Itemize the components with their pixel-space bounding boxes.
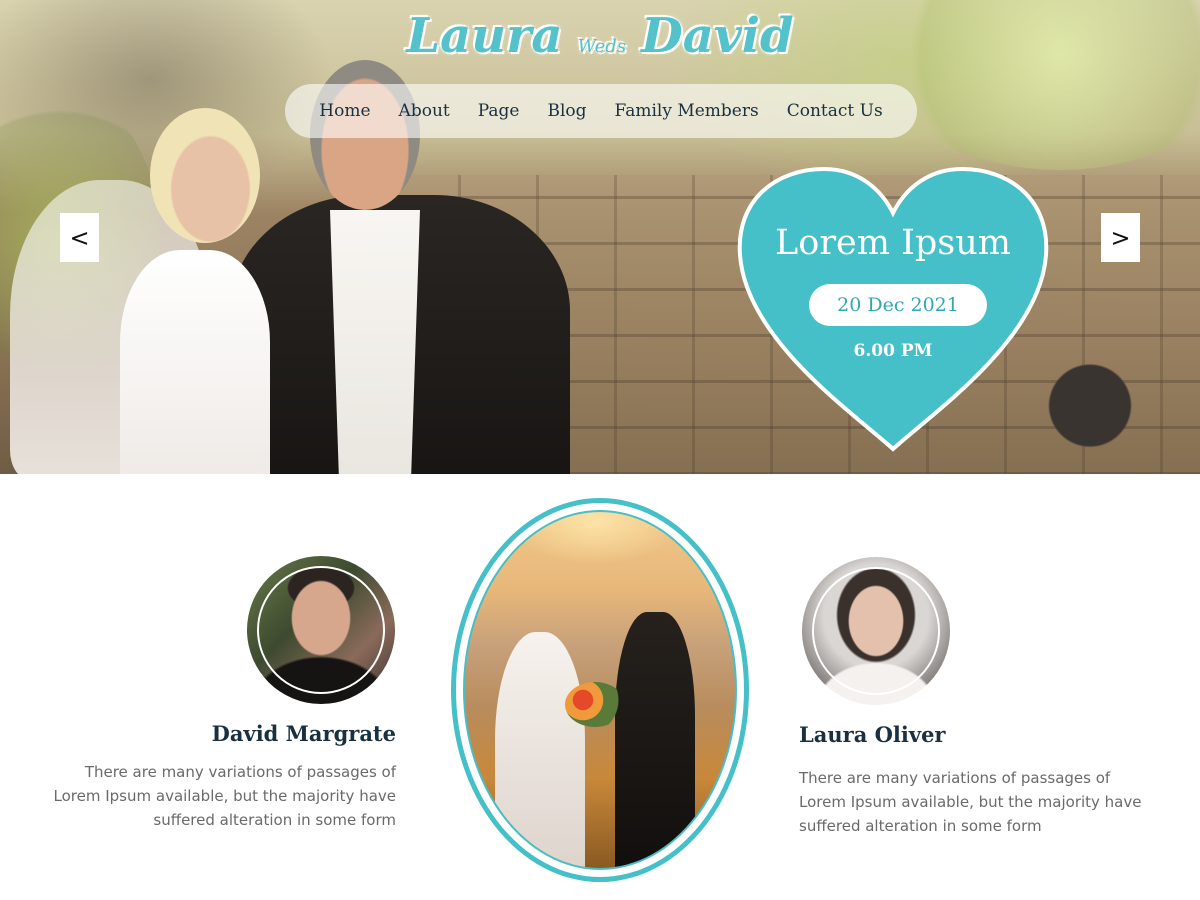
- slider-prev-button[interactable]: <: [60, 213, 99, 262]
- logo-first-name: Laura: [406, 8, 563, 64]
- nav-item-blog[interactable]: Blog: [534, 101, 601, 121]
- nav-item-about[interactable]: About: [385, 101, 464, 121]
- logo-second-name: David: [641, 8, 794, 64]
- nav-item-home[interactable]: Home: [305, 101, 384, 121]
- bride-description: There are many variations of passages of…: [799, 769, 1142, 835]
- event-heart-card: Lorem Ipsum 20 Dec 2021 6.00 PM: [736, 165, 1050, 455]
- chevron-left-icon: <: [69, 223, 90, 252]
- main-nav: Home About Page Blog Family Members Cont…: [285, 84, 917, 138]
- logo-connector: Weds: [577, 36, 627, 57]
- bride-avatar: [802, 557, 950, 705]
- avatar-ring: [257, 566, 385, 694]
- hero-photo-bride: [120, 250, 270, 474]
- avatar-ring: [812, 567, 940, 695]
- couple-photo-bride: [495, 632, 585, 868]
- nav-item-contact-us[interactable]: Contact Us: [773, 101, 897, 121]
- nav-item-page[interactable]: Page: [464, 101, 534, 121]
- groom-avatar: [247, 556, 395, 704]
- groom-name: David Margrate: [211, 721, 396, 746]
- couple-photo-groom: [615, 612, 695, 868]
- event-time: 6.00 PM: [853, 341, 933, 361]
- couple-photo-bouquet: [565, 682, 625, 727]
- event-title: Lorem Ipsum: [775, 223, 1011, 263]
- site-logo[interactable]: Laura Weds David: [0, 8, 1200, 64]
- groom-description: There are many variations of passages of…: [53, 763, 396, 829]
- hero-background-lantern: [1035, 360, 1145, 474]
- hero-photo-groom-shirt: [330, 210, 420, 474]
- slider-next-button[interactable]: >: [1101, 213, 1140, 262]
- chevron-right-icon: >: [1110, 223, 1131, 252]
- hero-slider: Laura Weds David Home About Page Blog Fa…: [0, 0, 1200, 474]
- couple-photo: [463, 510, 737, 870]
- event-date-badge: 20 Dec 2021: [809, 284, 987, 326]
- hero-photo-bride-head: [150, 108, 260, 243]
- nav-item-family-members[interactable]: Family Members: [601, 101, 773, 121]
- bride-name: Laura Oliver: [799, 722, 946, 747]
